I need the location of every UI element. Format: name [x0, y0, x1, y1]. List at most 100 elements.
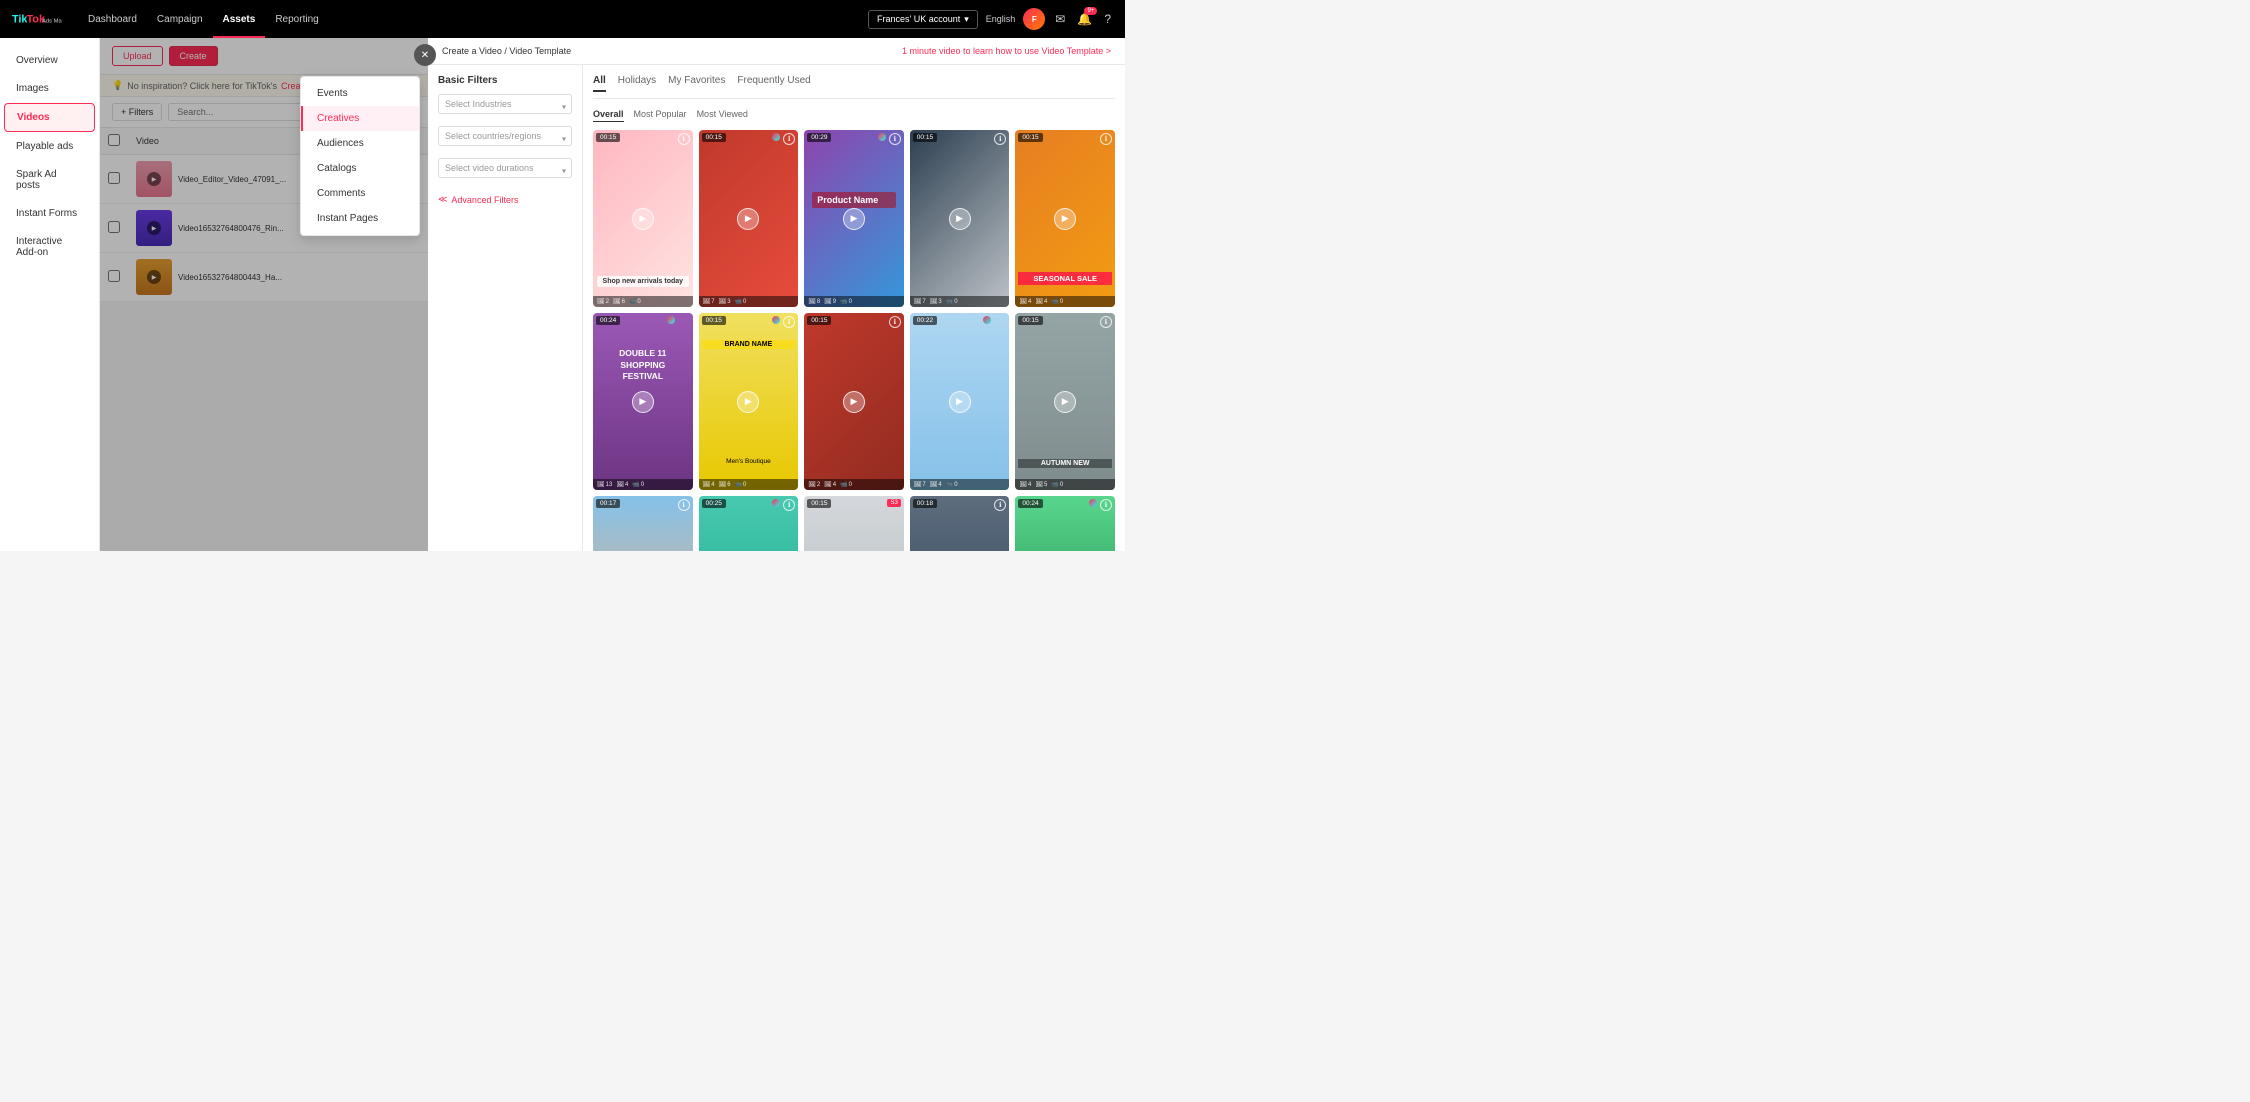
template-info-15[interactable]: ℹ — [1100, 499, 1112, 511]
template-color-dot-6 — [667, 316, 675, 324]
template-card-13[interactable]: 00:15 S3 ▶ 🖼2 🖼3 📹0 — [804, 496, 904, 551]
dropdown-item-creatives[interactable]: Creatives — [301, 106, 419, 131]
nav-reporting[interactable]: Reporting — [265, 0, 328, 38]
template-card-12[interactable]: 00:25 ℹ ▶ 🖼3 🖼2 📹0 — [699, 496, 799, 551]
template-duration-5: 00:15 — [1018, 133, 1042, 142]
template-card-4[interactable]: 00:15 ℹ ▶ 🖼7 🖼3 📹0 — [910, 130, 1010, 307]
svg-text:Ads Manager: Ads Manager — [42, 18, 62, 24]
template-footer-5: 🖼4 🖼4 📹0 — [1015, 296, 1115, 307]
template-info-10[interactable]: ℹ — [1100, 316, 1112, 328]
template-card-6[interactable]: 00:24 DOUBLE 11SHOPPINGFESTIVAL ▶ 🖼13 🖼4… — [593, 313, 693, 490]
template-duration-1: 00:15 — [596, 133, 620, 142]
template-play-4[interactable]: ▶ — [949, 208, 971, 230]
template-stat-8c: 📹0 — [840, 481, 852, 488]
dropdown-item-comments[interactable]: Comments — [301, 181, 419, 206]
industry-select-wrapper: Select Industries — [438, 94, 572, 120]
template-duration-3: 00:29 — [807, 133, 831, 142]
template-card-8[interactable]: 00:15 ℹ ▶ 🖼2 🖼4 📹0 — [804, 313, 904, 490]
template-card-5[interactable]: 00:15 ℹ SEASONAL SALE ▶ 🖼4 🖼4 📹0 — [1015, 130, 1115, 307]
sidebar-item-instant-forms[interactable]: Instant Forms — [4, 200, 95, 227]
duration-select[interactable]: Select video durations — [438, 158, 572, 178]
template-duration-9: 00:22 — [913, 316, 937, 325]
template-play-5[interactable]: ▶ — [1054, 208, 1076, 230]
template-play-1[interactable]: ▶ — [632, 208, 654, 230]
dropdown-item-events[interactable]: Events — [301, 81, 419, 106]
countries-select[interactable]: Select countries/regions — [438, 126, 572, 146]
template-info-7[interactable]: ℹ — [783, 316, 795, 328]
template-card-15[interactable]: 00:24 ℹ ▶ 🖼2 🖼3 📹0 — [1015, 496, 1115, 551]
template-footer-8: 🖼2 🖼4 📹0 — [804, 479, 904, 490]
sidebar-item-playable-ads[interactable]: Playable ads — [4, 133, 95, 160]
template-card-10[interactable]: 00:15 ℹ AUTUMN NEW ▶ 🖼4 🖼5 📹0 — [1015, 313, 1115, 490]
template-play-2[interactable]: ▶ — [737, 208, 759, 230]
advanced-filters-button[interactable]: ≪ Advanced Filters — [438, 190, 572, 209]
template-info-3[interactable]: ℹ — [889, 133, 901, 145]
tab-holidays[interactable]: Holidays — [618, 75, 656, 92]
template-duration-2: 00:15 — [702, 133, 726, 142]
template-info-8[interactable]: ℹ — [889, 316, 901, 328]
dropdown-item-instant-pages[interactable]: Instant Pages — [301, 206, 419, 231]
template-card-7[interactable]: 00:15 ℹ BRAND NAME Men's Boutique ▶ 🖼4 🖼… — [699, 313, 799, 490]
dropdown-item-audiences[interactable]: Audiences — [301, 131, 419, 156]
nav-dashboard[interactable]: Dashboard — [78, 0, 147, 38]
template-duration-7: 00:15 — [702, 316, 726, 325]
tab-my-favorites[interactable]: My Favorites — [668, 75, 725, 92]
dropdown-item-catalogs[interactable]: Catalogs — [301, 156, 419, 181]
template-card-1[interactable]: 00:15 ℹ ▶ Shop new arrivals today 🖼2 🖼6 … — [593, 130, 693, 307]
nav-campaign[interactable]: Campaign — [147, 0, 213, 38]
modal-close-button[interactable]: ✕ — [414, 44, 436, 66]
subtab-most-viewed[interactable]: Most Viewed — [697, 107, 748, 122]
sidebar-item-interactive-addon[interactable]: Interactive Add-on — [4, 228, 95, 266]
modal-help-link[interactable]: 1 minute video to learn how to use Video… — [902, 46, 1111, 56]
template-card-3[interactable]: 00:29 ℹ Product Name ▶ 🖼8 🖼9 📹0 — [804, 130, 904, 307]
template-stat-5a: 🖼4 — [1019, 298, 1031, 305]
template-stat-1c: 📹0 — [629, 298, 641, 305]
template-play-7[interactable]: ▶ — [737, 391, 759, 413]
sidebar-item-overview[interactable]: Overview — [4, 47, 95, 74]
template-card-14[interactable]: 00:18 ℹ BOOK NOW ▶ 🖼3 🖼2 📹0 — [910, 496, 1010, 551]
account-selector[interactable]: Frances' UK account ▾ — [868, 10, 978, 29]
template-info-14[interactable]: ℹ — [994, 499, 1006, 511]
template-duration-13: 00:15 — [807, 499, 831, 508]
sidebar-item-videos[interactable]: Videos — [4, 103, 95, 132]
subtab-most-popular[interactable]: Most Popular — [634, 107, 687, 122]
language-selector[interactable]: English — [986, 14, 1016, 24]
template-grid: 00:15 ℹ ▶ Shop new arrivals today 🖼2 🖼6 … — [593, 130, 1115, 551]
tab-all[interactable]: All — [593, 75, 606, 92]
template-stat-4b: 🖼3 — [930, 298, 942, 305]
sidebar-item-images[interactable]: Images — [4, 75, 95, 102]
sub-tabs: Overall Most Popular Most Viewed — [593, 107, 1115, 122]
template-card-2[interactable]: 00:15 ℹ ▶ 🖼7 🖼3 📹0 — [699, 130, 799, 307]
template-stat-1a: 🖼2 — [597, 298, 609, 305]
template-footer-6: 🖼13 🖼4 📹0 — [593, 479, 693, 490]
notification-icon[interactable]: 🔔 9+ — [1075, 10, 1094, 28]
template-play-9[interactable]: ▶ — [949, 391, 971, 413]
template-play-6[interactable]: ▶ — [632, 391, 654, 413]
avatar[interactable]: F — [1023, 8, 1045, 30]
basic-filters-title: Basic Filters — [438, 75, 572, 86]
template-card-11[interactable]: 00:17 ℹ ▶ 🖼2 🖼3 📹0 — [593, 496, 693, 551]
template-info-12[interactable]: ℹ — [783, 499, 795, 511]
subtab-overall[interactable]: Overall — [593, 107, 624, 122]
template-info-2[interactable]: ℹ — [783, 133, 795, 145]
template-info-1[interactable]: ℹ — [678, 133, 690, 145]
template-play-10[interactable]: ▶ — [1054, 391, 1076, 413]
template-info-11[interactable]: ℹ — [678, 499, 690, 511]
template-color-dot-2 — [772, 133, 780, 141]
nav-assets[interactable]: Assets — [213, 0, 266, 38]
sidebar-item-spark-ad-posts[interactable]: Spark Ad posts — [4, 161, 95, 199]
modal-header: Create a Video / Video Template 1 minute… — [428, 38, 1125, 65]
industry-select[interactable]: Select Industries — [438, 94, 572, 114]
tab-frequently-used[interactable]: Frequently Used — [737, 75, 810, 92]
template-info-4[interactable]: ℹ — [994, 133, 1006, 145]
template-stat-6b: 🖼4 — [616, 481, 628, 488]
template-card-9[interactable]: 00:22 ▶ 🖼7 🖼4 📹0 — [910, 313, 1010, 490]
template-stat-3a: 🖼8 — [808, 298, 820, 305]
mail-icon[interactable]: ✉ — [1053, 10, 1067, 28]
template-play-8[interactable]: ▶ — [843, 391, 865, 413]
help-icon[interactable]: ? — [1102, 10, 1113, 28]
template-stat-3c: 📹0 — [840, 298, 852, 305]
template-duration-12: 00:25 — [702, 499, 726, 508]
template-info-5[interactable]: ℹ — [1100, 133, 1112, 145]
template-play-3[interactable]: ▶ — [843, 208, 865, 230]
